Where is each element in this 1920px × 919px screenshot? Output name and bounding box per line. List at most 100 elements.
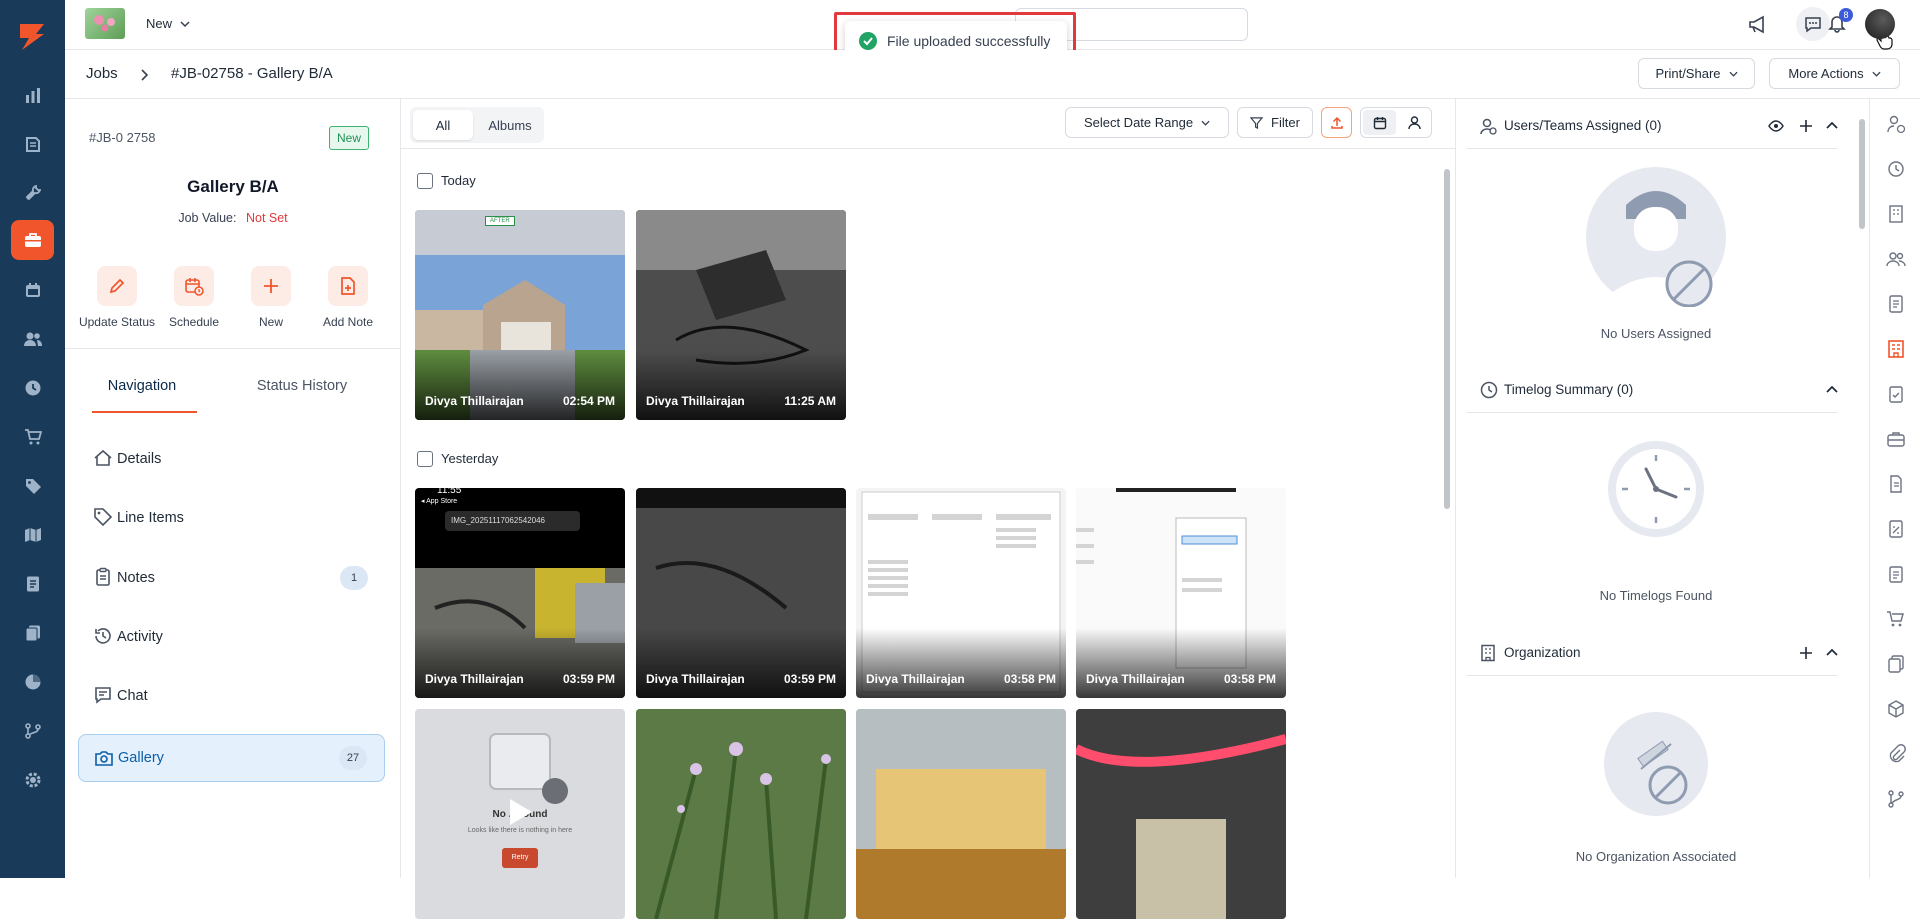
tab-albums[interactable]: Albums <box>480 110 540 140</box>
timelog-section-header: Timelog Summary (0) <box>1466 368 1838 413</box>
address-book-icon[interactable] <box>1886 294 1906 314</box>
plus-icon[interactable] <box>1799 119 1813 133</box>
tab-status-history[interactable]: Status History <box>243 377 361 413</box>
breadcrumb-jobs-link[interactable]: Jobs <box>86 65 118 82</box>
nav-item-details[interactable]: Details <box>78 435 385 483</box>
estimate-icon[interactable] <box>1886 519 1906 539</box>
eye-icon[interactable] <box>1768 120 1784 132</box>
filter-label: Filter <box>1271 115 1300 130</box>
play-icon[interactable] <box>508 797 534 827</box>
gallery-item[interactable] <box>636 709 846 919</box>
camera-icon <box>95 751 113 766</box>
add-note-action[interactable]: Add Note <box>308 266 388 329</box>
scrollbar-thumb[interactable] <box>1444 169 1450 509</box>
chat-button[interactable] <box>1796 7 1830 41</box>
nav-item-activity[interactable]: Activity <box>78 613 385 661</box>
purchase-cart-icon[interactable] <box>1886 609 1906 629</box>
group-by-date-button[interactable] <box>1363 110 1396 135</box>
toast-message: File uploaded successfully <box>887 32 1051 49</box>
gallery-item[interactable]: AFTER Divya Thillairajan 02:54 PM <box>415 210 625 420</box>
select-today-checkbox[interactable] <box>417 173 433 189</box>
gallery-item[interactable] <box>856 709 1066 919</box>
avatar[interactable] <box>1865 9 1895 39</box>
gallery-item[interactable]: Divya Thillairajan 03:59 PM <box>636 488 846 698</box>
uploader-name: Divya Thillairajan <box>646 672 745 686</box>
user-icon <box>1408 115 1421 129</box>
caption-overlay <box>636 350 846 420</box>
tab-navigation[interactable]: Navigation <box>87 377 197 413</box>
calendar-icon <box>1373 116 1386 129</box>
caption-overlay <box>1076 628 1286 698</box>
rail-reports-icon[interactable] <box>11 75 54 115</box>
rail-invoice-icon[interactable] <box>11 564 54 604</box>
briefcase-icon[interactable] <box>1886 429 1906 449</box>
clipboard-icon <box>96 567 110 586</box>
git-branch-icon[interactable] <box>1886 789 1906 809</box>
rail-jobs-icon[interactable] <box>11 220 54 260</box>
users-section-header: Users/Teams Assigned (0) <box>1466 104 1838 149</box>
rail-tag-icon[interactable] <box>11 466 54 506</box>
tab-all[interactable]: All <box>413 110 473 140</box>
document-icon[interactable] <box>1886 474 1906 494</box>
add-note-label: Add Note <box>322 315 374 329</box>
user-clock-icon[interactable] <box>1886 114 1906 134</box>
building-icon[interactable] <box>1886 204 1906 224</box>
gallery-panel: All Albums Select Date Range Filter Toda… <box>401 99 1455 919</box>
gallery-item[interactable]: Divya Thillairajan 03:58 PM <box>1076 488 1286 698</box>
date-range-select[interactable]: Select Date Range <box>1065 107 1229 138</box>
chevron-up-icon[interactable] <box>1826 648 1838 656</box>
new-dropdown[interactable]: New <box>146 16 190 31</box>
rail-calendar-icon[interactable] <box>11 270 54 310</box>
print-share-button[interactable]: Print/Share <box>1638 58 1755 89</box>
update-status-action[interactable]: Update Status <box>77 266 157 329</box>
gallery-item[interactable] <box>1076 709 1286 919</box>
task-list-icon[interactable] <box>1886 564 1906 584</box>
nav-item-label: Activity <box>117 629 163 645</box>
copy-icon[interactable] <box>1886 654 1906 674</box>
rail-documents-icon[interactable] <box>11 613 54 653</box>
group-by-user-button[interactable] <box>1399 110 1430 135</box>
plus-icon[interactable] <box>1799 646 1813 660</box>
schedule-action[interactable]: Schedule <box>154 266 234 329</box>
cube-icon[interactable] <box>1886 699 1906 719</box>
upload-button[interactable] <box>1321 107 1352 138</box>
organization-icon[interactable] <box>1886 339 1906 359</box>
uploader-name: Divya Thillairajan <box>866 672 965 686</box>
rail-cart-icon[interactable] <box>11 417 54 457</box>
rail-clock-icon[interactable] <box>11 368 54 408</box>
gallery-item[interactable]: 11:55 ◂ App Store IMG_20251117062542046 … <box>415 488 625 698</box>
nav-item-line-items[interactable]: Line Items <box>78 494 385 542</box>
users-section-title: Users/Teams Assigned (0) <box>1504 118 1662 133</box>
rail-books-icon[interactable] <box>11 124 54 164</box>
gallery-item[interactable]: Divya Thillairajan 03:58 PM <box>856 488 1066 698</box>
chevron-up-icon[interactable] <box>1826 385 1838 393</box>
rail-map-icon[interactable] <box>11 515 54 555</box>
brand-logo[interactable] <box>14 18 50 54</box>
clipboard-check-icon[interactable] <box>1886 384 1906 404</box>
gallery-item[interactable]: Divya Thillairajan 11:25 AM <box>636 210 846 420</box>
paperclip-icon[interactable] <box>1886 744 1906 764</box>
scrollbar-thumb[interactable] <box>1859 119 1865 229</box>
nav-item-label: Line Items <box>117 510 184 526</box>
rail-pie-chart-icon[interactable] <box>11 662 54 702</box>
nav-item-gallery[interactable]: Gallery 27 <box>78 734 385 782</box>
more-actions-button[interactable]: More Actions <box>1769 58 1900 89</box>
sidebar-scrollbar[interactable] <box>1858 109 1866 389</box>
company-logo-thumbnail[interactable] <box>85 8 125 39</box>
gallery-scrollbar[interactable] <box>1443 154 1451 874</box>
nav-item-notes[interactable]: Notes 1 <box>78 554 385 602</box>
megaphone-icon[interactable] <box>1748 15 1768 34</box>
timer-icon[interactable] <box>1886 159 1906 179</box>
rail-users-icon[interactable] <box>11 319 54 359</box>
gallery-item-video[interactable]: No ... found Looks like there is nothing… <box>415 709 625 919</box>
upload-time: 02:54 PM <box>562 394 615 408</box>
rail-git-branch-icon[interactable] <box>11 711 54 751</box>
filter-button[interactable]: Filter <box>1237 107 1313 138</box>
select-yesterday-checkbox[interactable] <box>417 451 433 467</box>
rail-gear-icon[interactable] <box>11 760 54 800</box>
nav-item-chat[interactable]: Chat <box>78 672 385 720</box>
contacts-icon[interactable] <box>1886 249 1906 269</box>
chevron-up-icon[interactable] <box>1826 121 1838 129</box>
rail-wrench-icon[interactable] <box>11 173 54 213</box>
new-action[interactable]: New <box>231 266 311 329</box>
